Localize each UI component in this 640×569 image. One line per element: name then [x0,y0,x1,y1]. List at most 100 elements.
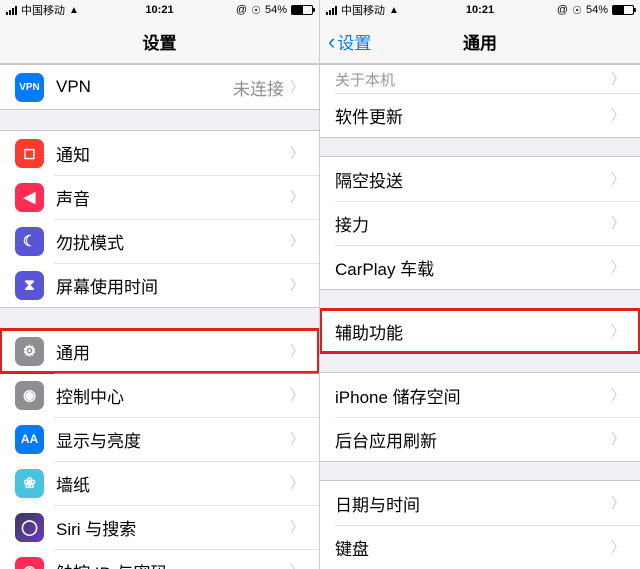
status-bar: 中国移动 ▲ 10:21 @ ☉ 54% [320,0,640,20]
chevron-right-icon: 〉 [611,69,625,89]
alarm-icon: ☉ [572,4,582,17]
battery-icon [612,5,634,15]
chevron-right-icon: 〉 [611,385,625,405]
chevron-right-icon: 〉 [611,537,625,557]
row-wallpaper[interactable]: ❀ 墙纸 〉 [0,461,319,505]
datetime-label: 日期与时间 [335,491,611,516]
control-center-label: 控制中心 [56,383,290,408]
signal-icon [6,6,17,15]
chevron-right-icon: 〉 [290,385,304,405]
settings-screen: 中国移动 ▲ 10:21 @ ☉ 54% 设置 VPN VPN 未连接 〉 [0,0,320,569]
chevron-right-icon: 〉 [290,473,304,493]
vpn-icon: VPN [15,73,44,102]
siri-label: Siri 与搜索 [56,515,290,540]
chevron-right-icon: 〉 [290,143,304,163]
chevron-right-icon: 〉 [290,341,304,361]
general-icon: ⚙ [15,337,44,366]
touchid-icon: ◉ [15,557,44,569]
row-storage[interactable]: iPhone 储存空间 〉 [320,373,640,417]
row-general[interactable]: ⚙ 通用 〉 [0,329,319,373]
row-keyboard[interactable]: 键盘 〉 [320,525,640,569]
row-notifications[interactable]: ◻ 通知 〉 [0,131,319,175]
nav-back-label: 设置 [337,29,371,54]
chevron-left-icon: ‹ [328,29,335,55]
status-time: 10:21 [466,4,494,16]
wallpaper-label: 墙纸 [56,471,290,496]
carrier-label: 中国移动 [341,2,385,18]
row-control-center[interactable]: ◉ 控制中心 〉 [0,373,319,417]
chevron-right-icon: 〉 [611,105,625,125]
carplay-label: CarPlay 车载 [335,255,611,280]
row-display[interactable]: AA 显示与亮度 〉 [0,417,319,461]
nav-bar: 设置 [0,20,319,64]
nav-title: 设置 [143,29,177,54]
row-dnd[interactable]: ☾ 勿扰模式 〉 [0,219,319,263]
chevron-right-icon: 〉 [611,169,625,189]
chevron-right-icon: 〉 [290,517,304,537]
storage-label: iPhone 储存空间 [335,383,611,408]
battery-icon [291,5,313,15]
alarm-icon: ☉ [251,4,261,17]
chevron-right-icon: 〉 [290,231,304,251]
row-background-refresh[interactable]: 后台应用刷新 〉 [320,417,640,461]
carrier-label: 中国移动 [21,2,65,18]
display-label: 显示与亮度 [56,427,290,452]
background-refresh-label: 后台应用刷新 [335,427,611,452]
control-center-icon: ◉ [15,381,44,410]
row-siri[interactable]: ◯ Siri 与搜索 〉 [0,505,319,549]
accessibility-label: 辅助功能 [335,319,611,344]
sounds-label: 声音 [56,185,290,210]
row-touchid[interactable]: ◉ 触控 ID 与密码 〉 [0,549,319,569]
row-accessibility[interactable]: 辅助功能 〉 [320,309,640,353]
chevron-right-icon: 〉 [290,429,304,449]
keyboard-label: 键盘 [335,535,611,560]
row-about-cut[interactable]: 关于本机 〉 [320,65,640,93]
wallpaper-icon: ❀ [15,469,44,498]
handoff-label: 接力 [335,211,611,236]
general-screen: 中国移动 ▲ 10:21 @ ☉ 54% ‹ 设置 通用 关于本机 〉 [320,0,640,569]
chevron-right-icon: 〉 [611,429,625,449]
sounds-icon: ◀ [15,183,44,212]
chevron-right-icon: 〉 [290,187,304,207]
row-handoff[interactable]: 接力 〉 [320,201,640,245]
dnd-icon: ☾ [15,227,44,256]
dnd-label: 勿扰模式 [56,229,290,254]
signal-icon [326,6,337,15]
row-airdrop[interactable]: 隔空投送 〉 [320,157,640,201]
row-sounds[interactable]: ◀ 声音 〉 [0,175,319,219]
chevron-right-icon: 〉 [611,321,625,341]
siri-icon: ◯ [15,513,44,542]
wifi-icon: ▲ [69,5,79,16]
chevron-right-icon: 〉 [290,77,304,97]
battery-pct: 54% [265,4,287,16]
touchid-label: 触控 ID 与密码 [56,559,290,569]
row-screentime[interactable]: ⧗ 屏幕使用时间 〉 [0,263,319,307]
row-carplay[interactable]: CarPlay 车载 〉 [320,245,640,289]
display-icon: AA [15,425,44,454]
airdrop-label: 隔空投送 [335,167,611,192]
chevron-right-icon: 〉 [611,493,625,513]
general-label: 通用 [56,339,290,364]
notifications-icon: ◻ [15,139,44,168]
row-vpn[interactable]: VPN VPN 未连接 〉 [0,65,319,109]
battery-pct: 54% [586,4,608,16]
software-update-label: 软件更新 [335,103,611,128]
vpn-label: VPN [56,77,233,97]
screentime-label: 屏幕使用时间 [56,273,290,298]
nav-back-button[interactable]: ‹ 设置 [328,29,371,55]
lock-icon: @ [236,4,247,16]
chevron-right-icon: 〉 [611,213,625,233]
nav-title: 通用 [463,29,497,54]
status-time: 10:21 [145,4,173,16]
lock-icon: @ [557,4,568,16]
status-bar: 中国移动 ▲ 10:21 @ ☉ 54% [0,0,319,20]
chevron-right-icon: 〉 [611,257,625,277]
wifi-icon: ▲ [389,5,399,16]
notifications-label: 通知 [56,141,290,166]
chevron-right-icon: 〉 [290,561,304,569]
chevron-right-icon: 〉 [290,275,304,295]
row-software-update[interactable]: 软件更新 〉 [320,93,640,137]
row-datetime[interactable]: 日期与时间 〉 [320,481,640,525]
screentime-icon: ⧗ [15,271,44,300]
vpn-status: 未连接 [233,75,284,100]
